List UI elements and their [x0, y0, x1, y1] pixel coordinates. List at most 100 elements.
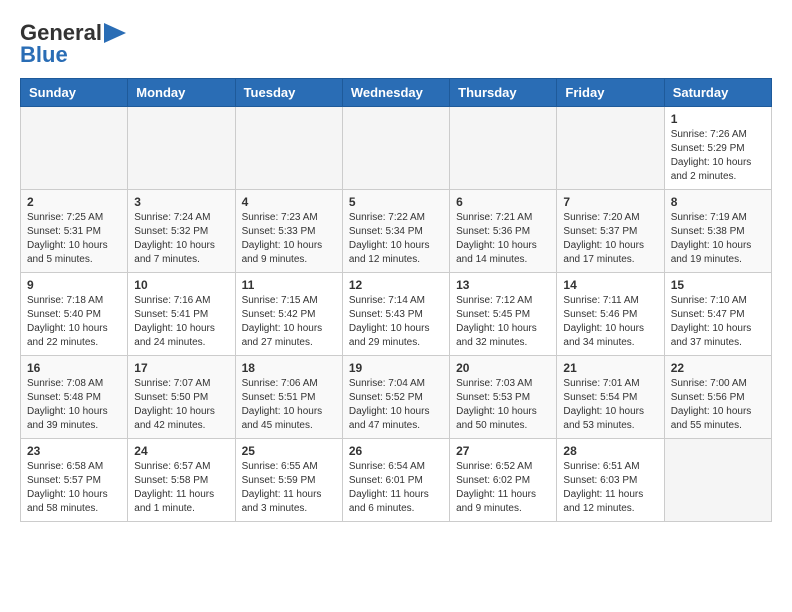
calendar-cell [235, 107, 342, 190]
day-number: 10 [134, 278, 228, 292]
cell-info: Sunrise: 7:06 AM Sunset: 5:51 PM Dayligh… [242, 377, 336, 433]
calendar-cell: 18Sunrise: 7:06 AM Sunset: 5:51 PM Dayli… [235, 356, 342, 439]
day-number: 6 [456, 195, 550, 209]
cell-info: Sunrise: 6:54 AM Sunset: 6:01 PM Dayligh… [349, 460, 443, 516]
calendar-cell: 17 Sunrise: 7:07 AM Sunset: 5:50 PM Dayli… [128, 356, 235, 439]
day-number: 14 [563, 278, 657, 292]
cell-info: Sunrise: 7:14 AM Sunset: 5:43 PM Dayligh… [349, 294, 443, 350]
cell-info: Sunrise: 7:19 AM Sunset: 5:38 PM Dayligh… [671, 211, 765, 267]
calendar-cell: 26 Sunrise: 6:54 AM Sunset: 6:01 PM Dayli… [342, 439, 449, 522]
calendar-cell: 1 Sunrise: 7:26 AM Sunset: 5:29 PM Daylig… [664, 107, 771, 190]
day-number: 22 [671, 361, 765, 375]
calendar-cell: 14 Sunrise: 7:11 AM Sunset: 5:46 PM Dayli… [557, 273, 664, 356]
calendar-cell: 8 Sunrise: 7:19 AM Sunset: 5:38 PM Daylig… [664, 190, 771, 273]
calendar-cell: 24 Sunrise: 6:57 AM Sunset: 5:58 PM Dayli… [128, 439, 235, 522]
cell-info: Sunrise: 7:08 AM Sunset: 5:48 PM Dayligh… [27, 377, 121, 433]
cell-info: Sunrise: 7:21 AM Sunset: 5:36 PM Dayligh… [456, 211, 550, 267]
day-number: 16 [27, 361, 121, 375]
cell-info: Sunrise: 7:16 AM Sunset: 5:41 PM Dayligh… [134, 294, 228, 350]
calendar-cell: 21 Sunrise: 7:01 AM Sunset: 5:54 PM Dayli… [557, 356, 664, 439]
calendar-cell: 25Sunrise: 6:55 AM Sunset: 5:59 PM Dayli… [235, 439, 342, 522]
logo-arrow-icon [104, 23, 126, 43]
day-number: 4 [242, 195, 336, 209]
page-header: General Blue [20, 20, 772, 68]
day-number: 23 [27, 444, 121, 458]
calendar-week-0: 1 Sunrise: 7:26 AM Sunset: 5:29 PM Daylig… [21, 107, 772, 190]
calendar-cell: 27Sunrise: 6:52 AM Sunset: 6:02 PM Dayli… [450, 439, 557, 522]
cell-info: Sunrise: 7:18 AM Sunset: 5:40 PM Dayligh… [27, 294, 121, 350]
cell-info: Sunrise: 7:11 AM Sunset: 5:46 PM Dayligh… [563, 294, 657, 350]
day-number: 20 [456, 361, 550, 375]
calendar-cell: 6 Sunrise: 7:21 AM Sunset: 5:36 PM Daylig… [450, 190, 557, 273]
calendar-cell [664, 439, 771, 522]
cell-info: Sunrise: 7:00 AM Sunset: 5:56 PM Dayligh… [671, 377, 765, 433]
calendar-cell: 9 Sunrise: 7:18 AM Sunset: 5:40 PM Daylig… [21, 273, 128, 356]
calendar-cell: 13 Sunrise: 7:12 AM Sunset: 5:45 PM Dayli… [450, 273, 557, 356]
calendar-header-tuesday: Tuesday [235, 79, 342, 107]
calendar-cell: 19Sunrise: 7:04 AM Sunset: 5:52 PM Dayli… [342, 356, 449, 439]
calendar-header-friday: Friday [557, 79, 664, 107]
calendar-cell: 4 Sunrise: 7:23 AM Sunset: 5:33 PM Daylig… [235, 190, 342, 273]
cell-info: Sunrise: 7:15 AM Sunset: 5:42 PM Dayligh… [242, 294, 336, 350]
day-number: 3 [134, 195, 228, 209]
calendar-cell: 22 Sunrise: 7:00 AM Sunset: 5:56 PM Dayli… [664, 356, 771, 439]
calendar-cell: 23 Sunrise: 6:58 AM Sunset: 5:57 PM Dayli… [21, 439, 128, 522]
calendar-week-4: 23 Sunrise: 6:58 AM Sunset: 5:57 PM Dayli… [21, 439, 772, 522]
calendar-header-thursday: Thursday [450, 79, 557, 107]
calendar-cell: 11 Sunrise: 7:15 AM Sunset: 5:42 PM Dayli… [235, 273, 342, 356]
cell-info: Sunrise: 7:25 AM Sunset: 5:31 PM Dayligh… [27, 211, 121, 267]
cell-info: Sunrise: 7:22 AM Sunset: 5:34 PM Dayligh… [349, 211, 443, 267]
calendar-header-monday: Monday [128, 79, 235, 107]
calendar-cell [450, 107, 557, 190]
calendar-cell: 3 Sunrise: 7:24 AM Sunset: 5:32 PM Daylig… [128, 190, 235, 273]
day-number: 15 [671, 278, 765, 292]
day-number: 1 [671, 112, 765, 126]
calendar-cell [342, 107, 449, 190]
cell-info: Sunrise: 7:01 AM Sunset: 5:54 PM Dayligh… [563, 377, 657, 433]
day-number: 2 [27, 195, 121, 209]
calendar-cell: 12Sunrise: 7:14 AM Sunset: 5:43 PM Dayli… [342, 273, 449, 356]
calendar-cell: 7 Sunrise: 7:20 AM Sunset: 5:37 PM Daylig… [557, 190, 664, 273]
cell-info: Sunrise: 7:10 AM Sunset: 5:47 PM Dayligh… [671, 294, 765, 350]
cell-info: Sunrise: 6:58 AM Sunset: 5:57 PM Dayligh… [27, 460, 121, 516]
day-number: 19 [349, 361, 443, 375]
calendar-cell: 5 Sunrise: 7:22 AM Sunset: 5:34 PM Daylig… [342, 190, 449, 273]
calendar-cell: 15 Sunrise: 7:10 AM Sunset: 5:47 PM Dayli… [664, 273, 771, 356]
cell-info: Sunrise: 7:07 AM Sunset: 5:50 PM Dayligh… [134, 377, 228, 433]
day-number: 24 [134, 444, 228, 458]
calendar-table: SundayMondayTuesdayWednesdayThursdayFrid… [20, 78, 772, 522]
cell-info: Sunrise: 7:24 AM Sunset: 5:32 PM Dayligh… [134, 211, 228, 267]
calendar-week-3: 16 Sunrise: 7:08 AM Sunset: 5:48 PM Dayli… [21, 356, 772, 439]
calendar-cell [21, 107, 128, 190]
day-number: 5 [349, 195, 443, 209]
day-number: 27 [456, 444, 550, 458]
calendar-header-saturday: Saturday [664, 79, 771, 107]
cell-info: Sunrise: 7:20 AM Sunset: 5:37 PM Dayligh… [563, 211, 657, 267]
calendar-week-1: 2 Sunrise: 7:25 AM Sunset: 5:31 PM Daylig… [21, 190, 772, 273]
calendar-cell: 10 Sunrise: 7:16 AM Sunset: 5:41 PM Dayli… [128, 273, 235, 356]
calendar-header-sunday: Sunday [21, 79, 128, 107]
cell-info: Sunrise: 7:12 AM Sunset: 5:45 PM Dayligh… [456, 294, 550, 350]
calendar-header-row: SundayMondayTuesdayWednesdayThursdayFrid… [21, 79, 772, 107]
day-number: 26 [349, 444, 443, 458]
logo: General Blue [20, 20, 126, 68]
calendar-week-2: 9 Sunrise: 7:18 AM Sunset: 5:40 PM Daylig… [21, 273, 772, 356]
day-number: 8 [671, 195, 765, 209]
day-number: 17 [134, 361, 228, 375]
cell-info: Sunrise: 6:51 AM Sunset: 6:03 PM Dayligh… [563, 460, 657, 516]
cell-info: Sunrise: 7:03 AM Sunset: 5:53 PM Dayligh… [456, 377, 550, 433]
day-number: 9 [27, 278, 121, 292]
day-number: 13 [456, 278, 550, 292]
calendar-body: 1 Sunrise: 7:26 AM Sunset: 5:29 PM Daylig… [21, 107, 772, 522]
day-number: 11 [242, 278, 336, 292]
cell-info: Sunrise: 7:26 AM Sunset: 5:29 PM Dayligh… [671, 128, 765, 184]
day-number: 21 [563, 361, 657, 375]
calendar-cell: 2 Sunrise: 7:25 AM Sunset: 5:31 PM Daylig… [21, 190, 128, 273]
day-number: 7 [563, 195, 657, 209]
calendar-cell [557, 107, 664, 190]
calendar-cell: 16 Sunrise: 7:08 AM Sunset: 5:48 PM Dayli… [21, 356, 128, 439]
calendar-cell [128, 107, 235, 190]
cell-info: Sunrise: 6:57 AM Sunset: 5:58 PM Dayligh… [134, 460, 228, 516]
cell-info: Sunrise: 7:23 AM Sunset: 5:33 PM Dayligh… [242, 211, 336, 267]
day-number: 25 [242, 444, 336, 458]
